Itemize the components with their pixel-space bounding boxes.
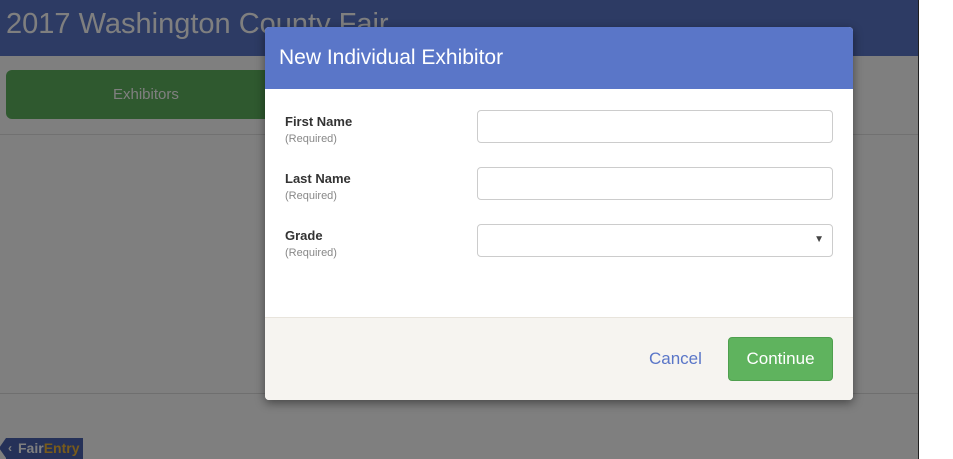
first-name-label: First Name (285, 114, 353, 129)
last-name-input[interactable] (477, 167, 833, 200)
first-name-row: First Name (Required) (265, 110, 853, 154)
dialog-title: New Individual Exhibitor (279, 46, 504, 69)
grade-row: Grade (Required) ▼ (265, 224, 853, 268)
grade-label: Grade (285, 228, 323, 243)
caret-down-icon: ▼ (814, 234, 824, 245)
new-exhibitor-dialog: New Individual Exhibitor First Name (Req… (265, 27, 853, 400)
dialog-header: New Individual Exhibitor (265, 27, 853, 89)
first-name-input[interactable] (477, 110, 833, 143)
last-name-help: (Required) (285, 190, 337, 202)
grade-select[interactable]: ▼ (477, 224, 833, 257)
cancel-button[interactable]: Cancel (649, 349, 702, 369)
dialog-footer: Cancel Continue (265, 317, 853, 400)
first-name-help: (Required) (285, 133, 337, 145)
grade-help: (Required) (285, 247, 337, 259)
last-name-row: Last Name (Required) (265, 167, 853, 211)
last-name-label: Last Name (285, 171, 351, 186)
continue-button[interactable]: Continue (728, 337, 833, 381)
window-edge (918, 0, 953, 459)
